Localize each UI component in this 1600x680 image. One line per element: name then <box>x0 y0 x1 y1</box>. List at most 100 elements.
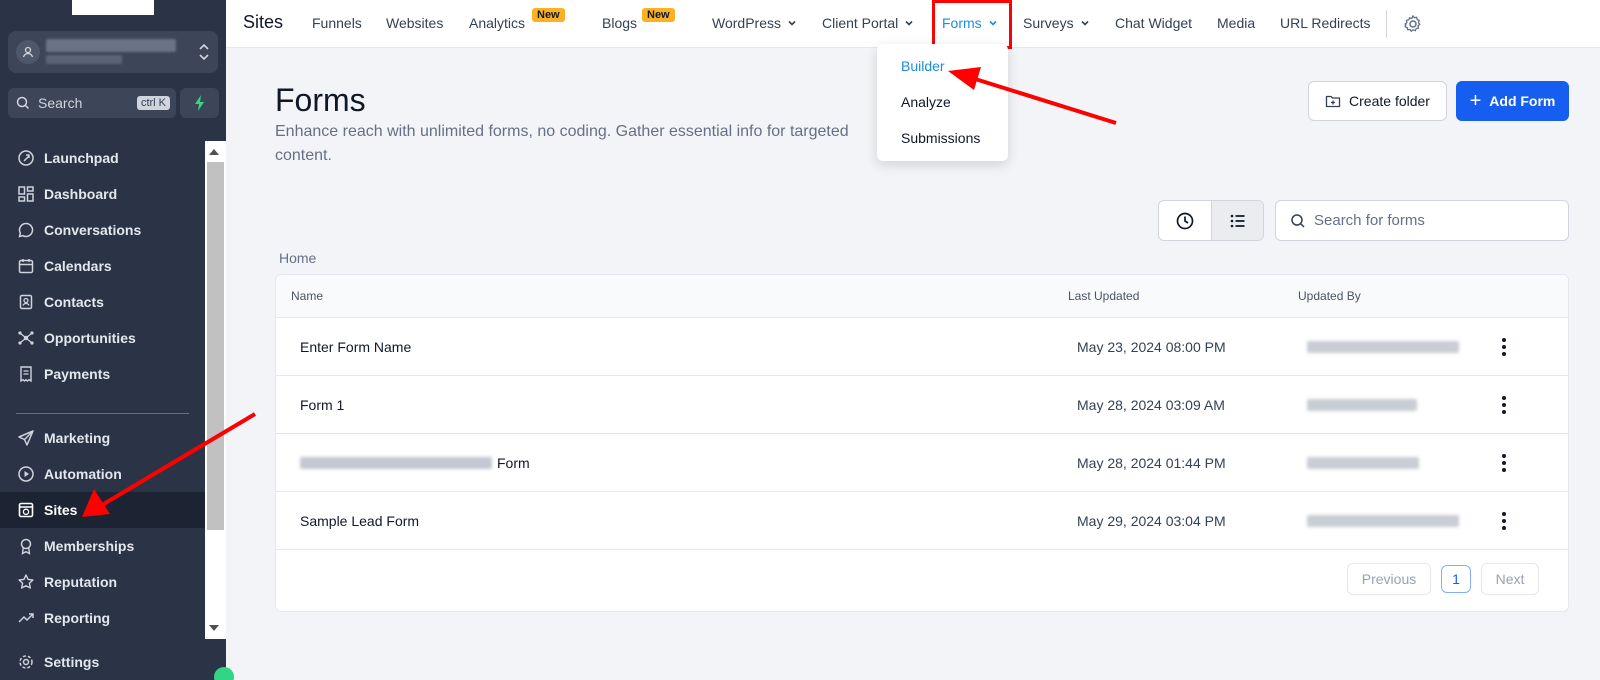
trend-up-icon <box>18 613 34 623</box>
tab-blogs[interactable]: Blogs <box>602 15 637 31</box>
previous-page-button[interactable]: Previous <box>1347 563 1431 595</box>
create-folder-label: Create folder <box>1349 93 1430 109</box>
tab-label: Media <box>1217 15 1256 31</box>
account-switcher[interactable] <box>8 31 218 73</box>
table-row[interactable]: Form May 28, 2024 01:44 PM <box>276 434 1568 492</box>
sidebar-item-settings[interactable]: Settings <box>0 644 205 680</box>
clock-icon <box>1176 212 1194 229</box>
updated-by-redacted <box>1307 399 1417 411</box>
search-icon <box>1291 213 1305 228</box>
tab-client-portal[interactable]: Client Portal <box>822 15 914 31</box>
create-folder-button[interactable]: Create folder <box>1308 81 1447 121</box>
menu-item-analyze[interactable]: Analyze <box>901 94 951 110</box>
sidebar-item-payments[interactable]: Payments <box>0 356 205 392</box>
new-badge: New <box>642 8 675 22</box>
more-options-icon[interactable] <box>1494 336 1514 358</box>
tab-surveys[interactable]: Surveys <box>1023 15 1090 31</box>
next-page-button[interactable]: Next <box>1481 563 1539 595</box>
sidebar-item-label: Automation <box>44 466 122 482</box>
more-options-icon[interactable] <box>1494 510 1514 532</box>
column-header-last-updated[interactable]: Last Updated <box>1068 289 1139 303</box>
account-location-redacted <box>46 55 122 64</box>
sidebar-item-sites[interactable]: Sites <box>0 492 205 528</box>
tab-label: Chat Widget <box>1115 15 1193 31</box>
list-view-button[interactable] <box>1211 201 1263 240</box>
collapse-sidebar-button[interactable] <box>214 667 234 680</box>
plus-icon: + <box>1469 89 1482 112</box>
menu-item-builder[interactable]: Builder <box>901 58 945 74</box>
sidebar-item-label: Settings <box>44 654 100 670</box>
tab-label: Surveys <box>1023 15 1074 31</box>
column-header-updated-by[interactable]: Updated By <box>1298 289 1361 303</box>
sidebar-item-label: Reputation <box>44 574 118 590</box>
sidebar-item-launchpad[interactable]: Launchpad <box>0 140 205 176</box>
quick-actions-button[interactable] <box>180 88 219 118</box>
sidebar-item-dashboard[interactable]: Dashboard <box>0 176 205 212</box>
globe-window-icon <box>18 502 34 518</box>
list-icon <box>1230 214 1244 227</box>
lightning-bolt-icon <box>194 95 204 111</box>
tab-url-redirects[interactable]: URL Redirects <box>1280 15 1371 31</box>
sidebar-item-automation[interactable]: Automation <box>0 456 205 492</box>
chevron-down-icon <box>1081 20 1089 26</box>
contact-book-icon <box>19 294 33 310</box>
menu-item-submissions[interactable]: Submissions <box>901 130 980 146</box>
tab-label: Blogs <box>602 15 638 31</box>
table-row[interactable]: Enter Form Name May 23, 2024 08:00 PM <box>276 318 1568 376</box>
recent-view-button[interactable] <box>1159 201 1211 240</box>
form-name[interactable]: Form 1 <box>300 397 344 413</box>
sidebar: Search ctrl K Launchpad Dashboard Conver… <box>0 0 234 680</box>
last-updated: May 28, 2024 03:09 AM <box>1077 397 1225 413</box>
settings-gear-icon[interactable] <box>1403 14 1423 34</box>
sidebar-item-opportunities[interactable]: Opportunities <box>0 320 205 356</box>
form-name[interactable]: Enter Form Name <box>300 339 411 355</box>
form-name-container[interactable]: Form <box>300 455 530 471</box>
chevron-down-icon <box>905 20 913 26</box>
sidebar-scrollbar-thumb[interactable] <box>207 162 224 530</box>
search-input[interactable] <box>1314 212 1554 229</box>
sidebar-item-contacts[interactable]: Contacts <box>0 284 205 320</box>
scroll-up-arrow-icon[interactable] <box>209 149 219 155</box>
page-section-title: Sites <box>243 12 284 32</box>
page-number-button[interactable]: 1 <box>1441 565 1471 593</box>
forms-search-field[interactable] <box>1275 200 1569 241</box>
tab-media[interactable]: Media <box>1217 15 1255 31</box>
table-row[interactable]: Sample Lead Form May 29, 2024 03:04 PM <box>276 492 1568 550</box>
sidebar-item-conversations[interactable]: Conversations <box>0 212 205 248</box>
sidebar-item-marketing[interactable]: Marketing <box>0 420 205 456</box>
more-options-icon[interactable] <box>1494 394 1514 416</box>
tab-chat-widget[interactable]: Chat Widget <box>1115 15 1192 31</box>
tab-analytics[interactable]: Analytics <box>469 15 525 31</box>
tab-wordpress[interactable]: WordPress <box>712 15 797 31</box>
sidebar-item-memberships[interactable]: Memberships <box>0 528 205 564</box>
form-name-redacted <box>300 457 492 469</box>
tab-funnels[interactable]: Funnels <box>312 15 362 31</box>
tab-label: Websites <box>386 15 444 31</box>
play-circle-icon <box>18 466 34 482</box>
sidebar-search[interactable]: Search ctrl K <box>8 88 176 118</box>
add-form-label: Add Form <box>1489 93 1556 109</box>
column-header-name[interactable]: Name <box>291 289 323 303</box>
sidebar-item-label: Memberships <box>44 538 135 554</box>
sidebar-item-reporting[interactable]: Reporting <box>0 600 205 636</box>
scroll-down-arrow-icon[interactable] <box>209 625 219 631</box>
chat-bubble-icon <box>18 222 34 238</box>
form-name[interactable]: Sample Lead Form <box>300 513 419 529</box>
sidebar-item-reputation[interactable]: Reputation <box>0 564 205 600</box>
more-options-icon[interactable] <box>1494 452 1514 474</box>
add-form-button[interactable]: + Add Form <box>1456 81 1569 121</box>
tab-websites[interactable]: Websites <box>386 15 443 31</box>
sidebar-item-label: Payments <box>44 366 111 382</box>
search-shortcut-badge: ctrl K <box>136 96 170 110</box>
last-updated: May 28, 2024 01:44 PM <box>1077 455 1226 471</box>
breadcrumb[interactable]: Home <box>279 250 316 266</box>
view-toggle <box>1158 200 1264 241</box>
sidebar-item-calendars[interactable]: Calendars <box>0 248 205 284</box>
star-icon <box>18 574 34 589</box>
receipt-icon <box>20 366 32 383</box>
forms-dropdown-menu: Builder Analyze Submissions <box>877 44 1008 161</box>
table-row[interactable]: Form 1 May 28, 2024 03:09 AM <box>276 376 1568 434</box>
agency-logo[interactable] <box>72 0 154 15</box>
sidebar-item-label: Reporting <box>44 610 111 626</box>
chevron-updown-icon <box>199 43 209 61</box>
